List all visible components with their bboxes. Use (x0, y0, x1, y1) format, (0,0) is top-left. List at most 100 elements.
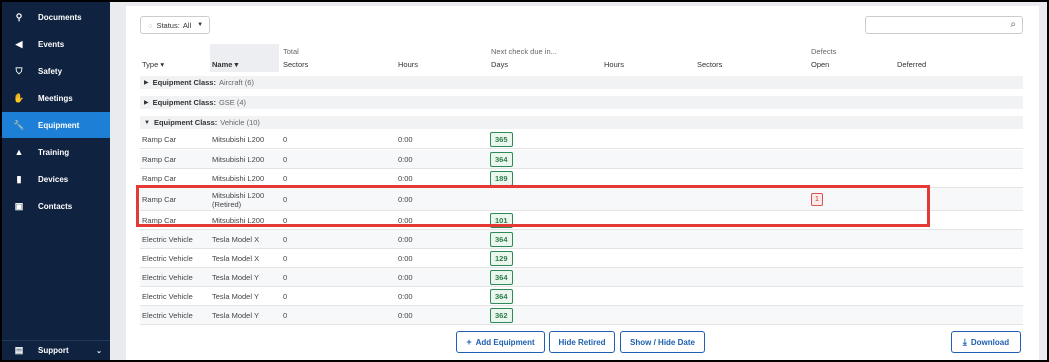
table-row[interactable]: Electric Vehicle Tesla Model Y 0 0:00 364 (140, 287, 1023, 306)
table-row[interactable]: Ramp Car Mitsubishi L200 0 0:00 365 (140, 130, 1023, 149)
cell-hours: 0:00 (398, 311, 413, 320)
megaphone-icon: ◀ (15, 38, 23, 49)
sidebar-item-safety[interactable]: ⛉ Safety (2, 58, 110, 84)
sidebar-item-contacts[interactable]: ▣ Contacts (2, 193, 110, 219)
cell-sectors: 0 (283, 254, 288, 263)
sidebar-item-events[interactable]: ◀ Events (2, 31, 110, 57)
group-row[interactable]: ▶ Equipment Class: Aircraft (6) (140, 76, 1023, 89)
sidebar-item-label: Safety (38, 66, 63, 76)
table-row[interactable]: Electric Vehicle Tesla Model Y 0 0:00 364 (140, 268, 1023, 287)
download-label: Download (970, 337, 1010, 347)
sidebar-item-equipment[interactable]: 🔧 Equipment (2, 112, 110, 138)
column-header-type-label: Type (142, 60, 159, 69)
cell-type: Electric Vehicle (142, 273, 193, 282)
cell-type: Electric Vehicle (142, 292, 193, 301)
group-value: Vehicle (10) (220, 118, 260, 127)
column-header-total-sectors[interactable]: Sectors (283, 60, 308, 69)
sidebar-item-documents[interactable]: ⚲ Documents (2, 4, 110, 30)
group-header-next-check: Next check due in... (491, 47, 557, 56)
sidebar-item-label: Events (38, 39, 65, 49)
cell-type: Ramp Car (142, 155, 177, 164)
annotation-highlight-box (136, 185, 930, 227)
cell-name: Tesla Model X (212, 235, 260, 244)
handshake-icon: ✋ (13, 92, 25, 103)
status-filter-button[interactable]: ◌ Status: All ▼ (140, 16, 210, 34)
search-input[interactable]: ⌕ (865, 16, 1023, 34)
column-header-next-days[interactable]: Days (491, 60, 508, 69)
support-menu[interactable]: ▤ Support ⌄ (2, 340, 110, 360)
download-icon: ⤓ (962, 336, 967, 347)
sidebar-item-training[interactable]: ▲ Training (2, 139, 110, 165)
group-label: Equipment Class: (153, 118, 218, 127)
support-icon: ▤ (14, 345, 24, 355)
hide-retired-label: Hide Retired (558, 337, 606, 347)
contact-card-icon: ▣ (14, 200, 24, 211)
cell-days: 129 (490, 249, 513, 268)
cell-days: 362 (490, 306, 513, 325)
cell-type: Electric Vehicle (142, 311, 193, 320)
cell-hours: 0:00 (398, 235, 413, 244)
group-row[interactable]: ▶ Equipment Class: GSE (4) (140, 96, 1023, 109)
cell-type: Ramp Car (142, 135, 177, 144)
sidebar-item-label: Equipment (38, 120, 80, 130)
cell-days: 364 (490, 287, 513, 306)
graduation-cap-icon: ▲ (14, 147, 24, 157)
app-window: ⚲ Documents ◀ Events ⛉ Safety ✋ Meetings 🔧 Equipm… (2, 2, 1047, 360)
tablet-icon: ▮ (16, 173, 22, 184)
cell-type: Electric Vehicle (142, 235, 193, 244)
cell-sectors: 0 (283, 311, 288, 320)
column-header-total-hours[interactable]: Hours (398, 60, 418, 69)
shield-icon: ⛉ (15, 65, 23, 76)
cell-sectors: 0 (283, 135, 288, 144)
cell-name: Tesla Model Y (212, 292, 259, 301)
add-equipment-label: Add Equipment (475, 337, 535, 347)
table-row[interactable]: Electric Vehicle Tesla Model X 0 0:00 129 (140, 249, 1023, 268)
column-header-next-hours[interactable]: Hours (604, 60, 624, 69)
days-badge: 129 (490, 251, 513, 266)
support-label: Support (38, 346, 69, 355)
cell-name: Tesla Model Y (212, 273, 259, 282)
main-area: ◌ Status: All ▼ ⌕ Total Next check due i… (110, 2, 1047, 360)
days-badge: 364 (490, 232, 513, 247)
cell-name: Mitsubishi L200 (212, 135, 265, 144)
sidebar-item-label: Meetings (38, 93, 73, 103)
cell-type: Electric Vehicle (142, 254, 193, 263)
chevron-down-icon: ⌄ (96, 347, 102, 355)
show-hide-date-label: Show / Hide Date (630, 337, 695, 347)
hide-retired-button[interactable]: Hide Retired (549, 331, 615, 353)
table-row[interactable]: Ramp Car Mitsubishi L200 0 0:00 364 (140, 150, 1023, 169)
days-badge: 364 (490, 289, 513, 304)
caret-right-icon: ▶ (144, 100, 149, 106)
cell-name: Tesla Model X (212, 254, 260, 263)
caret-down-icon: ▼ (144, 119, 150, 126)
days-badge: 362 (490, 308, 513, 323)
caret-right-icon: ▶ (144, 80, 149, 86)
column-header-name-label: Name (212, 60, 233, 69)
chevron-down-icon: ▼ (197, 22, 204, 28)
sidebar-item-label: Documents (38, 12, 82, 22)
column-header-defects-open[interactable]: Open (811, 60, 829, 69)
table-row[interactable]: Electric Vehicle Tesla Model X 0 0:00 364 (140, 230, 1023, 249)
wrench-icon: 🔧 (13, 119, 25, 130)
status-label: Status: (156, 20, 180, 30)
cell-sectors: 0 (283, 155, 288, 164)
show-hide-date-button[interactable]: Show / Hide Date (620, 331, 705, 353)
column-header-type[interactable]: Type ▾ (142, 60, 164, 69)
group-row[interactable]: ▼ Equipment Class: Vehicle (10) (140, 116, 1023, 129)
column-header-next-sectors[interactable]: Sectors (697, 60, 722, 69)
group-label: Equipment Class: (152, 98, 216, 107)
sort-caret-icon: ▾ (234, 60, 239, 69)
column-header-name[interactable]: Name ▾ (212, 60, 238, 69)
plus-icon: + (466, 337, 472, 347)
sort-caret-icon: ▾ (160, 60, 165, 69)
cell-days: 364 (490, 230, 513, 249)
sidebar-item-meetings[interactable]: ✋ Meetings (2, 85, 110, 111)
sidebar-item-devices[interactable]: ▮ Devices (2, 166, 110, 192)
column-header-defects-deferred[interactable]: Deferred (897, 60, 926, 69)
cell-sectors: 0 (283, 235, 288, 244)
group-header-total: Total (283, 47, 299, 56)
table-row[interactable]: Electric Vehicle Tesla Model Y 0 0:00 362 (140, 306, 1023, 325)
download-button[interactable]: ⤓ Download (951, 331, 1021, 353)
add-equipment-button[interactable]: + Add Equipment (456, 331, 545, 353)
cell-hours: 0:00 (398, 292, 413, 301)
